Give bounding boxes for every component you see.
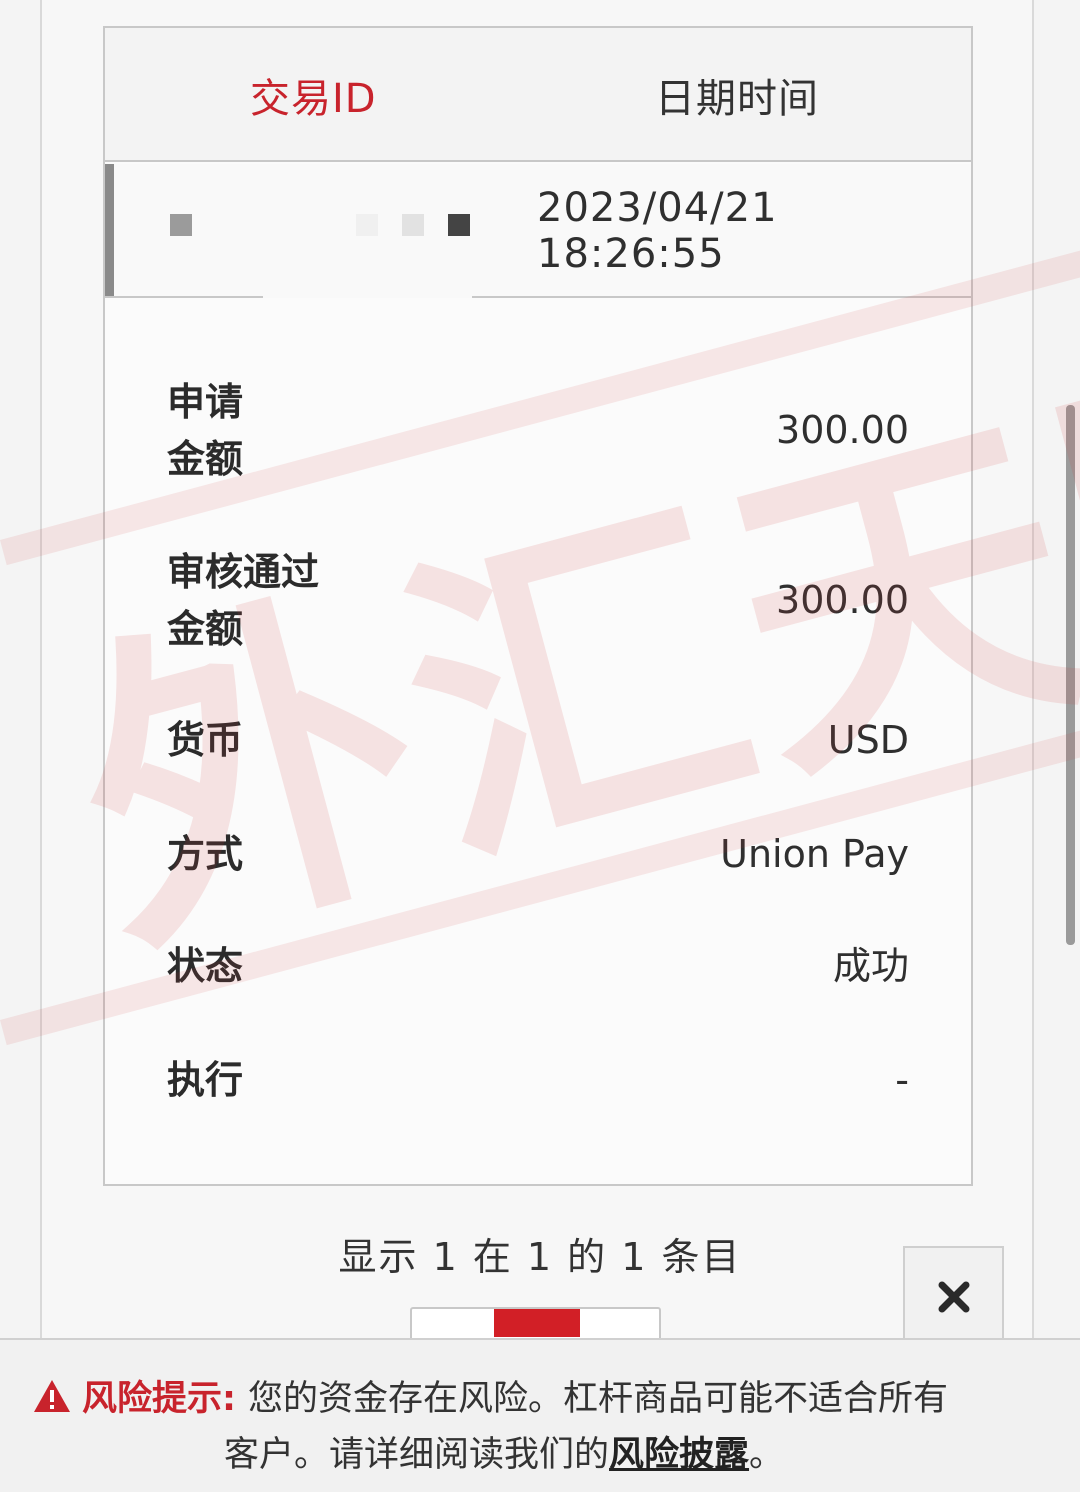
risk-warning-text: 客户。请详细阅读我们的 — [224, 1435, 610, 1475]
column-header-datetime[interactable]: 日期时间 — [655, 28, 819, 162]
risk-warning-text: 您的资金存在风险。杠杆商品可能不适合所有 — [248, 1379, 949, 1419]
table-header: 交易ID 日期时间 — [105, 28, 971, 162]
divider — [472, 296, 971, 298]
column-header-transaction-id[interactable]: 交易ID — [250, 28, 377, 162]
detail-value: - — [895, 1058, 909, 1102]
close-icon — [938, 1281, 969, 1313]
risk-disclosure-link[interactable]: 风险披露 — [609, 1435, 749, 1475]
label-line: 金额 — [167, 607, 244, 651]
risk-warning-line: 客户。请详细阅读我们的风险披露。 — [224, 1426, 784, 1477]
risk-warning-title: 风险提示: — [82, 1379, 236, 1419]
label-line: 申请 — [167, 380, 244, 424]
masked-id-block — [170, 214, 192, 236]
label-line: 金额 — [167, 437, 244, 481]
detail-value: USD — [827, 718, 909, 762]
detail-label: 执行 — [167, 1058, 244, 1102]
transaction-datetime: 2023/04/21 18:26:55 — [537, 185, 778, 277]
detail-value: Union Pay — [720, 832, 909, 876]
divider — [105, 296, 263, 298]
detail-value: 成功 — [832, 944, 909, 988]
masked-id-block — [402, 214, 424, 236]
detail-label: 申请 金额 — [167, 374, 387, 488]
detail-label: 货币 — [167, 718, 244, 762]
masked-id-block — [448, 214, 470, 236]
risk-warning-line: 风险提示: 您的资金存在风险。杠杆商品可能不适合所有 — [32, 1370, 948, 1421]
close-button[interactable] — [903, 1246, 1004, 1346]
pager-current-page[interactable] — [494, 1309, 580, 1337]
masked-id-block — [356, 214, 378, 236]
label-line: 审核通过 — [167, 550, 320, 594]
detail-value: 300.00 — [776, 408, 909, 452]
transaction-card: 交易ID 日期时间 2023/04/21 18:26:55 申请 金额 300.… — [103, 26, 973, 1186]
detail-label: 审核通过 金额 — [167, 544, 387, 658]
detail-value: 300.00 — [776, 578, 909, 622]
scrollbar[interactable] — [1066, 405, 1075, 945]
warning-icon — [34, 1379, 70, 1412]
detail-label: 方式 — [167, 832, 244, 876]
risk-warning-text: 。 — [749, 1435, 785, 1475]
risk-warning-bar: 风险提示: 您的资金存在风险。杠杆商品可能不适合所有 客户。请详细阅读我们的风险… — [0, 1338, 1080, 1492]
detail-label: 状态 — [167, 944, 244, 988]
